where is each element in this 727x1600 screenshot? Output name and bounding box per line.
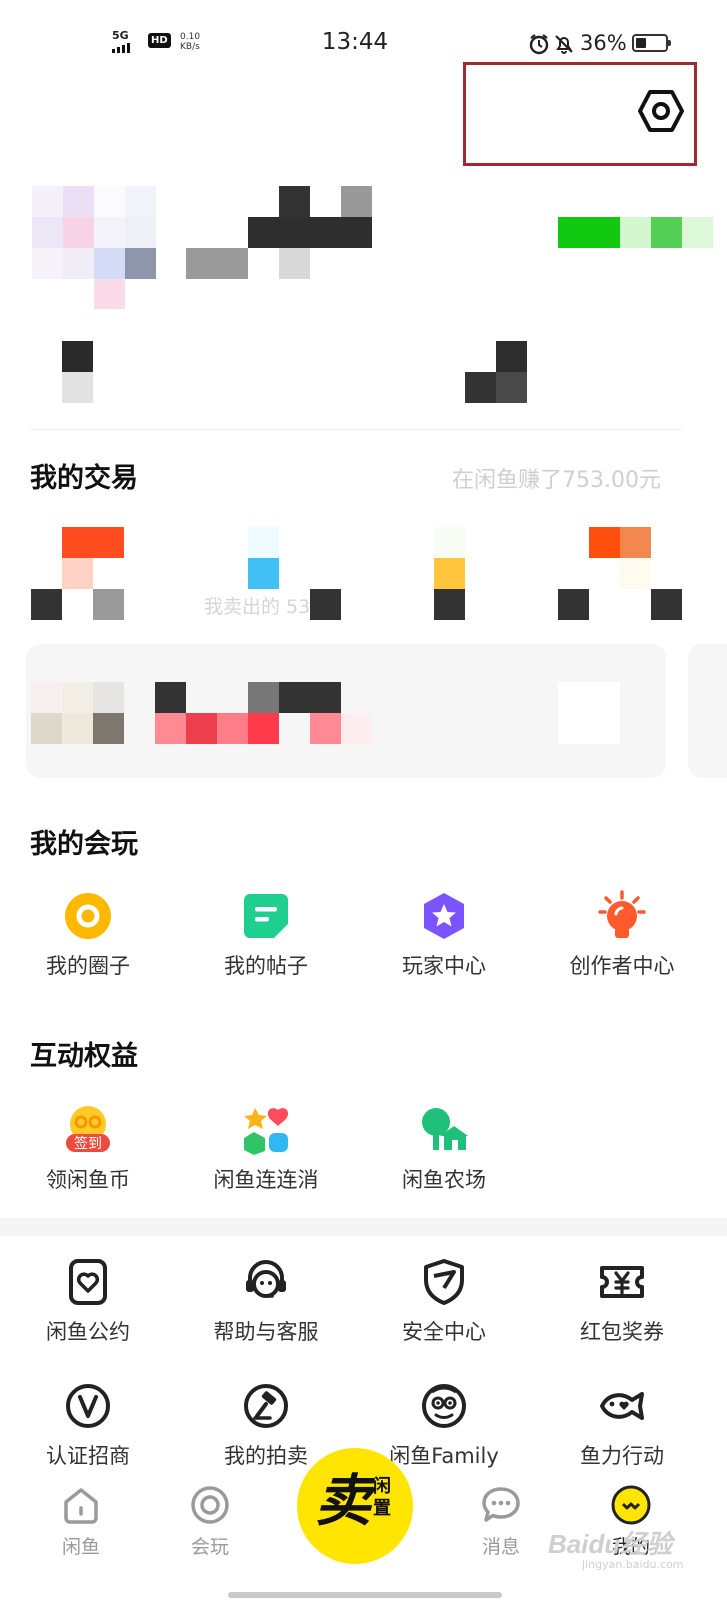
service-item-convention[interactable]: 闲鱼公约	[0, 1256, 176, 1346]
auction-icon	[244, 1384, 288, 1428]
clock: 13:44	[321, 29, 389, 55]
benefit-item-coins[interactable]: 签到 领闲鱼币	[0, 1104, 176, 1194]
bulb-icon	[598, 890, 646, 938]
earnings-text[interactable]: 在闲鱼赚了753.00元	[452, 462, 661, 494]
speed-value: 0.10	[180, 32, 201, 42]
battery-icon	[632, 34, 671, 52]
ring-icon	[191, 1486, 229, 1524]
benefit-item-farm[interactable]: 闲鱼农场	[356, 1104, 532, 1194]
signal-icon	[112, 43, 130, 53]
service-item-label: 闲鱼公约	[46, 1320, 130, 1344]
section-separator	[0, 1218, 727, 1236]
tab-label: 消息	[481, 1536, 520, 1558]
huiwan-item-label: 创作者中心	[569, 954, 675, 978]
mute-bell-icon	[555, 35, 573, 54]
network-type: 5G	[112, 29, 129, 42]
huiwan-section-title: 我的会玩	[30, 829, 138, 860]
match-game-icon	[244, 1108, 289, 1155]
checkin-badge-text: 签到	[74, 1135, 102, 1152]
coupon-icon	[600, 1266, 644, 1298]
tab-xianyu[interactable]: 闲鱼	[36, 1484, 126, 1559]
face-icon	[611, 1485, 651, 1525]
service-item-label: 红包奖券	[580, 1320, 664, 1344]
service-item-fish-action[interactable]: 鱼力行动	[534, 1380, 710, 1470]
service-item-verified[interactable]: 认证招商	[0, 1380, 176, 1470]
sell-button-sublabel: 闲置	[373, 1476, 391, 1519]
battery-cap	[668, 40, 671, 46]
service-item-label: 认证招商	[46, 1444, 130, 1468]
trade-section-title: 我的交易	[30, 463, 138, 494]
service-item-label: 安全中心	[402, 1320, 486, 1344]
tab-huiwan[interactable]: 会玩	[165, 1484, 255, 1559]
service-item-label: 鱼力行动	[580, 1444, 664, 1468]
benefits-section-title: 互动权益	[30, 1041, 138, 1072]
family-icon	[422, 1384, 466, 1428]
shield-icon	[424, 1259, 464, 1305]
checkin-coin-icon: 签到	[66, 1106, 110, 1152]
profile-divider	[30, 429, 682, 430]
sell-button[interactable]: 卖 闲置	[297, 1448, 413, 1564]
promo-card-next[interactable]	[688, 644, 727, 778]
tab-label: 闲鱼	[61, 1536, 100, 1558]
post-icon	[244, 894, 288, 938]
service-item-security[interactable]: 安全中心	[356, 1256, 532, 1346]
watermark-url: jingyan.baidu.com	[582, 1558, 684, 1571]
battery-percent: 36%	[580, 31, 627, 55]
service-item-label: 帮助与客服	[213, 1320, 319, 1344]
huiwan-item-posts[interactable]: 我的帖子	[178, 890, 354, 980]
watermark-logo: Baidu经验	[548, 1529, 673, 1559]
farm-icon	[422, 1108, 468, 1150]
verified-icon	[66, 1384, 110, 1428]
star-badge-icon	[424, 893, 464, 939]
battery-fill	[636, 38, 646, 48]
huiwan-item-player-center[interactable]: 玩家中心	[356, 890, 532, 980]
circle-icon	[65, 893, 111, 939]
huiwan-item-label: 玩家中心	[402, 954, 486, 978]
message-icon	[482, 1487, 520, 1522]
benefit-item-label: 领闲鱼币	[46, 1168, 130, 1192]
benefit-item-label: 闲鱼农场	[402, 1168, 486, 1192]
support-icon	[246, 1260, 286, 1298]
alarm-icon	[529, 34, 549, 55]
service-item-support[interactable]: 帮助与客服	[178, 1256, 354, 1346]
service-item-coupons[interactable]: 红包奖券	[534, 1256, 710, 1346]
sell-button-label: 卖	[315, 1468, 371, 1534]
home-icon	[64, 1488, 98, 1524]
huiwan-item-label: 我的帖子	[224, 954, 308, 978]
huiwan-item-circle[interactable]: 我的圈子	[0, 890, 176, 980]
settings-icon[interactable]	[638, 88, 684, 134]
convention-icon	[69, 1259, 107, 1305]
huiwan-item-creator-center[interactable]: 创作者中心	[534, 890, 710, 980]
tab-messages[interactable]: 消息	[456, 1484, 546, 1559]
network-speed: 0.10 KB/s	[180, 32, 200, 52]
home-indicator[interactable]	[228, 1592, 502, 1598]
speed-unit: KB/s	[180, 42, 200, 52]
benefit-item-label: 闲鱼连连消	[213, 1168, 319, 1192]
benefit-item-match-game[interactable]: 闲鱼连连消	[178, 1104, 354, 1194]
network-indicator: 5G	[112, 30, 130, 55]
hd-badge: HD	[148, 33, 171, 48]
tab-label: 会玩	[190, 1536, 229, 1558]
sold-count-text[interactable]: 我卖出的 53	[204, 592, 310, 619]
huiwan-item-label: 我的圈子	[46, 954, 130, 978]
fish-heart-icon	[600, 1392, 644, 1420]
